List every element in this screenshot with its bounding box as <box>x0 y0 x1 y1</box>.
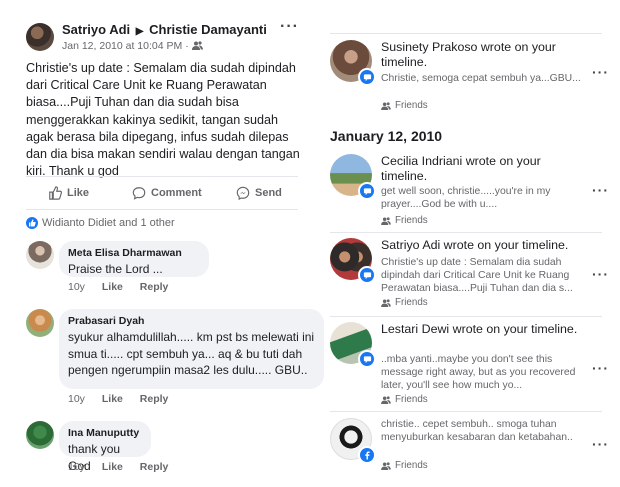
audience-label: Friends <box>381 460 428 471</box>
timeline-panel: Susinety Prakoso wrote on your timeline.… <box>310 0 620 487</box>
comment-icon <box>358 350 376 368</box>
comment-item: Meta Elisa Dharmawan Praise the Lord ...… <box>26 241 306 297</box>
thumbs-up-icon <box>49 186 62 200</box>
like-button[interactable]: Like <box>48 186 89 200</box>
more-options-icon[interactable]: ··· <box>592 182 609 198</box>
comment-icon <box>132 187 146 200</box>
audience-label: Friends <box>381 297 428 308</box>
timeline-title[interactable]: Susinety Prakoso wrote on your timeline. <box>381 40 581 70</box>
commenter-name[interactable]: Ina Manuputty <box>68 427 142 439</box>
friends-icon <box>381 461 391 470</box>
divider <box>330 411 602 412</box>
post-body: Christie's up date : Semalam dia sudah d… <box>26 61 300 179</box>
divider <box>330 232 602 233</box>
comment-like-button[interactable]: Like <box>102 281 123 293</box>
commenter-avatar[interactable] <box>26 421 54 449</box>
friends-audience-icon <box>191 41 203 50</box>
friends-icon <box>381 101 391 110</box>
friends-icon <box>381 395 391 404</box>
comment-item: Ina Manuputty thank you God 10y Like Rep… <box>26 421 306 477</box>
comment-bubble: Meta Elisa Dharmawan Praise the Lord ... <box>59 241 209 277</box>
timeline-title[interactable]: Lestari Dewi wrote on your timeline. <box>381 322 581 337</box>
post-timestamp[interactable]: Jan 12, 2010 at 10:04 PM <box>62 40 182 52</box>
comment-time[interactable]: 10y <box>68 461 85 473</box>
post-action-bar: Like Comment Send <box>26 176 298 210</box>
timeline-snippet: christie.. cepet sembuh.. smoga tuhan me… <box>381 419 573 443</box>
author-avatar[interactable] <box>26 23 54 51</box>
messenger-icon <box>236 186 250 200</box>
commenter-name[interactable]: Prabasari Dyah <box>68 315 315 327</box>
comment-like-button[interactable]: Like <box>102 393 123 405</box>
commenter-avatar[interactable] <box>26 241 54 269</box>
audience-text: Friends <box>395 215 428 226</box>
audience-label: Friends <box>381 215 428 226</box>
more-options-icon[interactable]: ··· <box>592 64 609 80</box>
comment-icon <box>358 68 376 86</box>
comment-item: Prabasari Dyah syukur alhamdulillah.....… <box>26 309 324 409</box>
commenter-avatar[interactable] <box>26 309 54 337</box>
commenter-name[interactable]: Meta Elisa Dharmawan <box>68 247 200 259</box>
reaction-summary[interactable]: Widianto Didiet and 1 other <box>26 217 175 229</box>
timeline-title[interactable]: Satriyo Adi wrote on your timeline. <box>381 238 601 253</box>
post-meta: Jan 12, 2010 at 10:04 PM · <box>62 40 203 52</box>
comment-reply-button[interactable]: Reply <box>140 281 169 293</box>
send-label: Send <box>255 187 282 199</box>
timeline-title[interactable]: Cecilia Indriani wrote on your timeline. <box>381 154 581 184</box>
comment-text: Praise the Lord ... <box>68 262 163 276</box>
facebook-icon <box>358 446 376 464</box>
timeline-snippet: Christie's up date : Semalam dia sudah d… <box>381 257 573 294</box>
comment-label: Comment <box>151 187 202 199</box>
comment-icon <box>358 182 376 200</box>
comment-actions: 10y Like Reply <box>68 461 182 473</box>
more-options-icon[interactable]: ··· <box>592 266 609 282</box>
comment-time[interactable]: 10y <box>68 393 85 405</box>
comment-actions: 10y Like Reply <box>68 281 182 293</box>
post-header: Satriyo Adi ▶ Christie Damayanti <box>62 22 267 37</box>
audience-text: Friends <box>395 394 428 405</box>
post-panel: Satriyo Adi ▶ Christie Damayanti Jan 12,… <box>0 0 324 487</box>
audience-text: Friends <box>395 460 428 471</box>
timeline-snippet: Christie, semoga cepat sembuh ya...GBU..… <box>381 73 581 84</box>
author-name[interactable]: Satriyo Adi <box>62 22 130 37</box>
comment-text: syukur alhamdulillah..... km pst bs mele… <box>68 330 315 377</box>
target-name[interactable]: Christie Damayanti <box>149 22 267 37</box>
comment-time[interactable]: 10y <box>68 281 85 293</box>
arrow-right-icon: ▶ <box>135 26 144 37</box>
timeline-item[interactable]: Cecilia Indriani wrote on your timeline.… <box>330 154 620 230</box>
friends-icon <box>381 216 391 225</box>
comment-like-button[interactable]: Like <box>102 461 123 473</box>
timeline-item[interactable]: Lestari Dewi wrote on your timeline. ..m… <box>330 322 620 410</box>
divider <box>330 316 602 317</box>
comment-reply-button[interactable]: Reply <box>140 393 169 405</box>
timeline-snippet: ..mba yanti..maybe you don't see this me… <box>381 354 576 391</box>
timeline-item[interactable]: christie.. cepet sembuh.. smoga tuhan me… <box>330 418 620 478</box>
send-button[interactable]: Send <box>236 186 282 200</box>
comment-bubble: Prabasari Dyah syukur alhamdulillah.....… <box>59 309 324 389</box>
date-header: January 12, 2010 <box>330 128 443 144</box>
meta-separator: · <box>185 40 189 52</box>
comment-reply-button[interactable]: Reply <box>140 461 169 473</box>
like-reaction-icon <box>26 217 38 229</box>
audience-label: Friends <box>381 394 428 405</box>
audience-text: Friends <box>395 100 428 111</box>
comment-icon <box>358 266 376 284</box>
post-options-icon[interactable]: ··· <box>280 18 299 36</box>
comment-button[interactable]: Comment <box>132 186 202 200</box>
divider <box>330 33 602 34</box>
timeline-item[interactable]: Satriyo Adi wrote on your timeline. Chri… <box>330 238 620 316</box>
timeline-item[interactable]: Susinety Prakoso wrote on your timeline.… <box>330 40 620 116</box>
audience-text: Friends <box>395 297 428 308</box>
like-label: Like <box>67 187 90 199</box>
reaction-text: Widianto Didiet and 1 other <box>42 217 175 229</box>
more-options-icon[interactable]: ··· <box>592 360 609 376</box>
comment-actions: 10y Like Reply <box>68 393 182 405</box>
friends-icon <box>381 298 391 307</box>
comment-bubble: Ina Manuputty thank you God <box>59 421 151 473</box>
more-options-icon[interactable]: ··· <box>592 436 609 452</box>
audience-label: Friends <box>381 100 428 111</box>
timeline-snippet: get well soon, christie.....you're in my… <box>381 186 551 210</box>
